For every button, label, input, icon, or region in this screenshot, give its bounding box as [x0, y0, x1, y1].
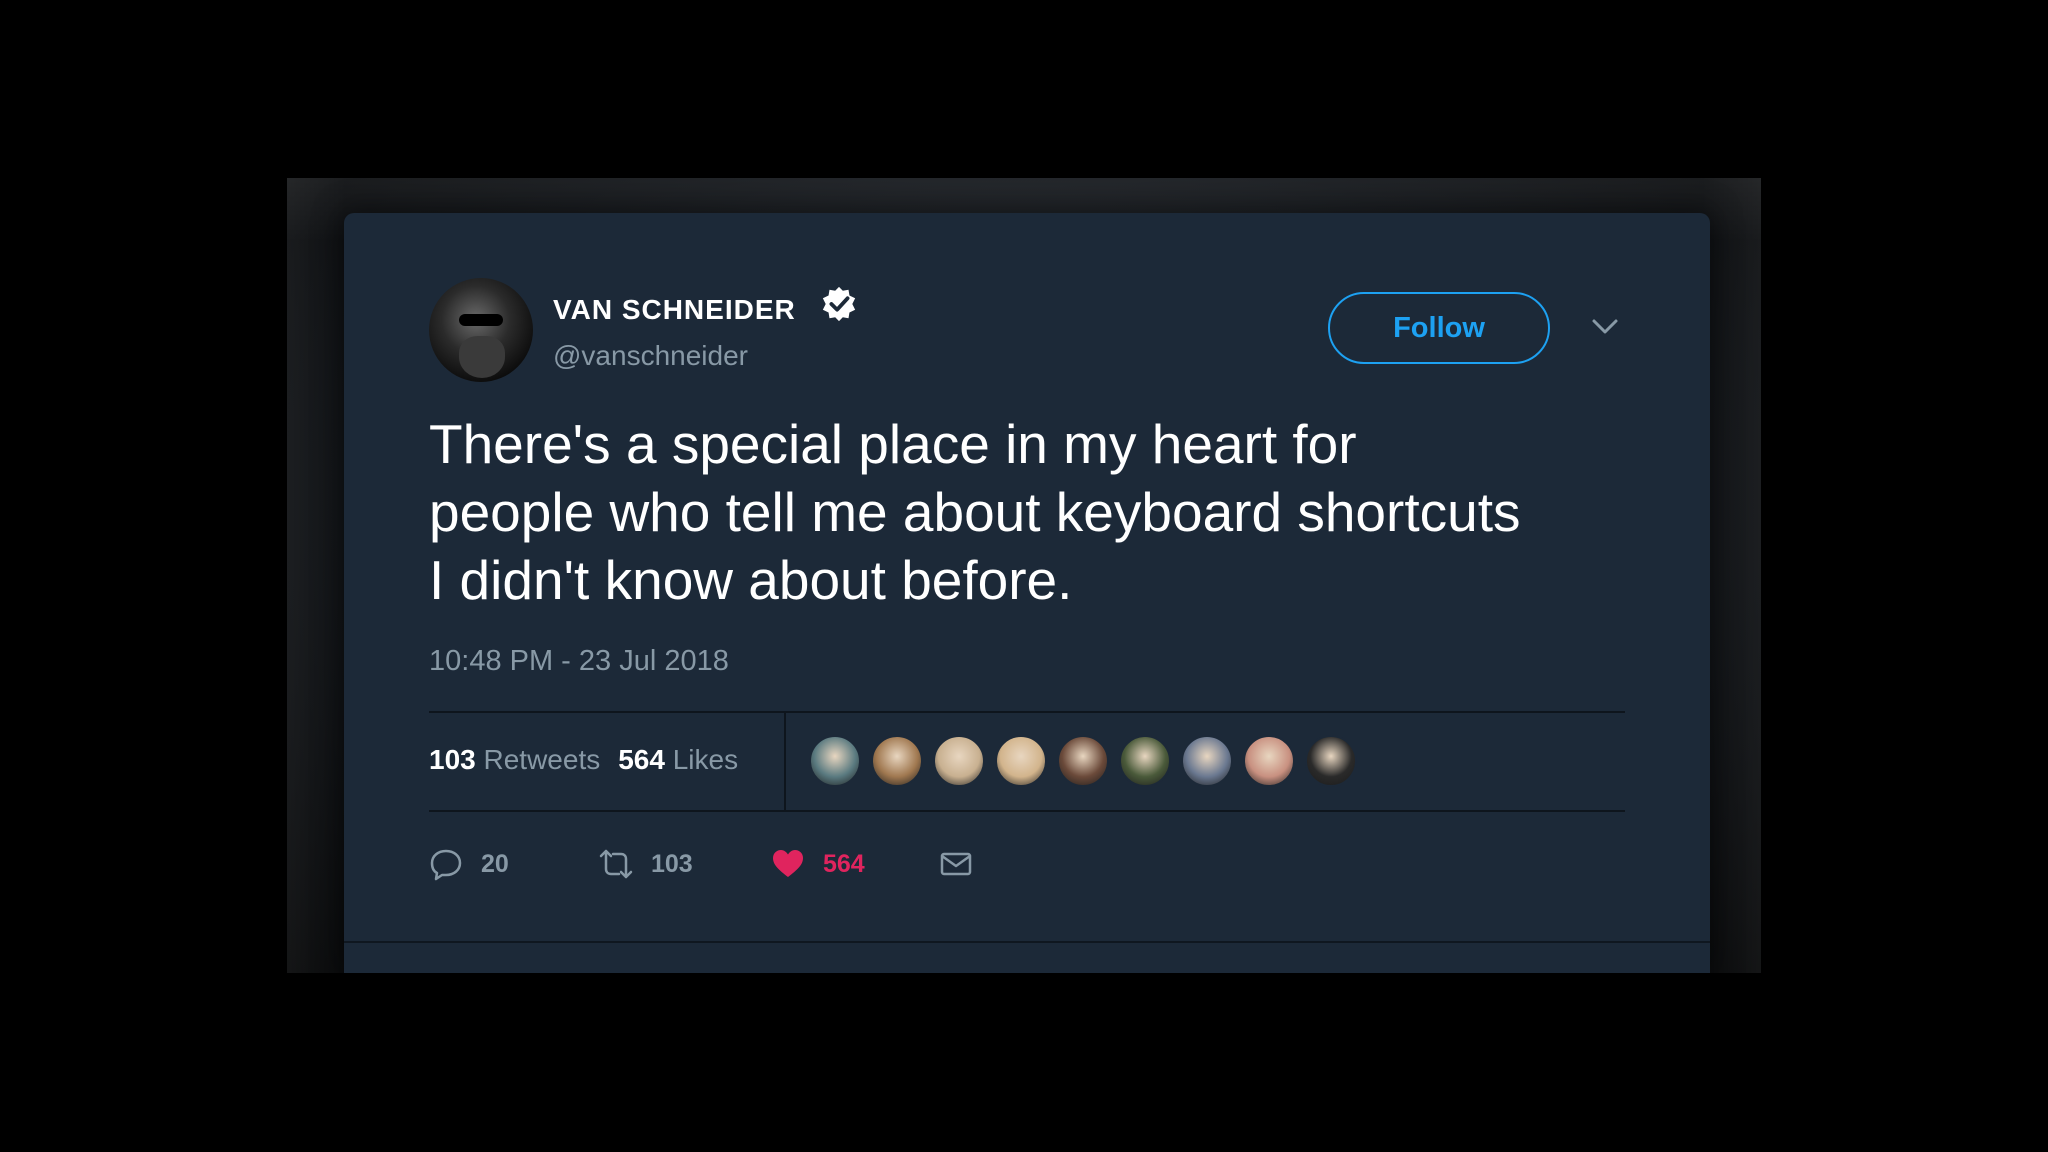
- liker-avatar[interactable]: [1181, 735, 1233, 787]
- engagement-stats: 103 Retweets 564 Likes: [429, 744, 738, 776]
- heart-icon: [773, 850, 803, 877]
- like-count: 564: [823, 849, 865, 878]
- divider: [429, 711, 1625, 713]
- liker-avatar[interactable]: [1119, 735, 1171, 787]
- liker-avatar[interactable]: [1057, 735, 1109, 787]
- chevron-down-icon[interactable]: [1590, 315, 1620, 339]
- card-divider: [344, 941, 1710, 943]
- retweet-icon: [599, 849, 633, 879]
- mail-icon: [940, 852, 972, 876]
- handle[interactable]: @vanschneider: [553, 340, 748, 372]
- liker-avatar[interactable]: [995, 735, 1047, 787]
- liker-avatar[interactable]: [871, 735, 923, 787]
- follow-button[interactable]: Follow: [1328, 292, 1550, 364]
- liker-avatars: [809, 735, 1367, 787]
- tweet-text: There's a special place in my heart for …: [429, 410, 1659, 614]
- retweets-label: Retweets: [483, 744, 601, 775]
- liker-avatar[interactable]: [809, 735, 861, 787]
- tweet-text-line-2: people who tell me about keyboard shortc…: [429, 481, 1521, 543]
- likes-stat[interactable]: 564 Likes: [618, 744, 738, 775]
- likes-label: Likes: [672, 744, 739, 775]
- like-button[interactable]: 564: [771, 842, 865, 886]
- reply-icon: [430, 849, 462, 881]
- retweets-stat[interactable]: 103 Retweets: [429, 744, 600, 775]
- tweet-card: VAN SCHNEIDER @vanschneider Follow There…: [344, 213, 1710, 973]
- reply-count: 20: [481, 849, 509, 878]
- timestamp[interactable]: 10:48 PM - 23 Jul 2018: [429, 645, 729, 678]
- action-bar: 20 103 564: [429, 842, 1029, 886]
- tweet-text-line-3: I didn't know about before.: [429, 549, 1073, 611]
- reply-button[interactable]: 20: [429, 842, 509, 886]
- stats-divider: [784, 712, 786, 810]
- direct-message-button[interactable]: [939, 842, 973, 886]
- tweet-text-line-1: There's a special place in my heart for: [429, 413, 1357, 475]
- display-name[interactable]: VAN SCHNEIDER: [553, 294, 796, 326]
- liker-avatar[interactable]: [1243, 735, 1295, 787]
- likes-count: 564: [618, 744, 665, 775]
- liker-avatar[interactable]: [1305, 735, 1357, 787]
- divider: [429, 810, 1625, 812]
- retweets-count: 103: [429, 744, 476, 775]
- verified-badge-icon: [822, 286, 856, 322]
- retweet-button[interactable]: 103: [599, 842, 693, 886]
- liker-avatar[interactable]: [933, 735, 985, 787]
- retweet-count: 103: [651, 849, 693, 878]
- avatar[interactable]: [429, 278, 533, 382]
